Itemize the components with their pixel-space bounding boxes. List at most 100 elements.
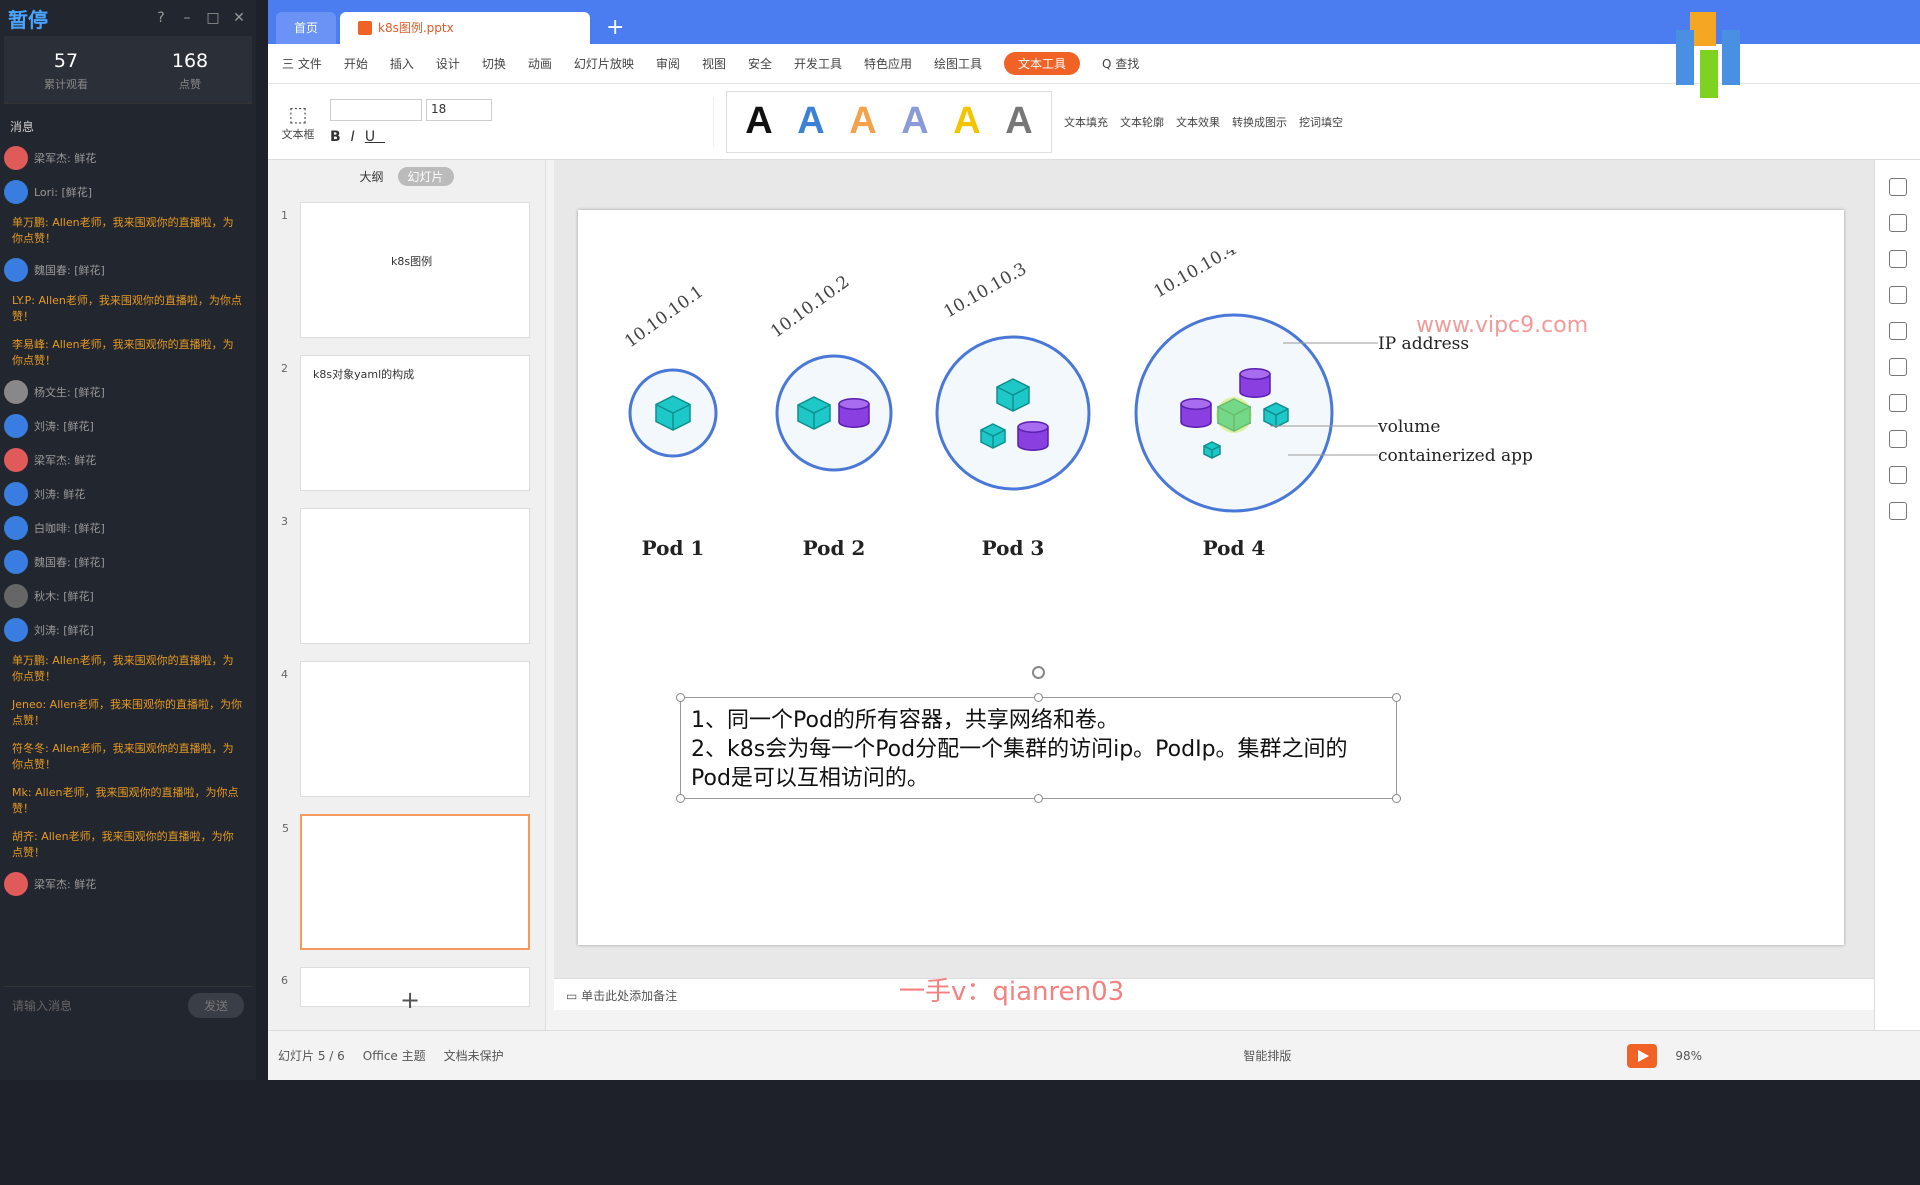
slide-textbox[interactable]: 1、同一个Pod的所有容器，共享网络和卷。 2、k8s会为每一个Pod分配一个集… [676, 666, 1401, 803]
paragraph-controls [504, 96, 714, 147]
new-tab-button[interactable]: + [594, 12, 636, 44]
message-input[interactable]: 请输入消息 [12, 997, 72, 1014]
status-bar: 幻灯片 5 / 6 Office 主题 文档未保护 智能排版 98% [268, 1030, 1920, 1080]
message-text: 梁军杰: 鲜花 [34, 152, 97, 165]
settings-icon[interactable] [1888, 358, 1907, 376]
tab-document[interactable]: k8s图例.pptx [340, 12, 591, 44]
avatar [4, 584, 28, 608]
textbox-icon: ⬚ [288, 101, 308, 126]
message-text: 刘涛: [鲜花] [34, 624, 94, 637]
cloze-button[interactable]: 挖词填空 [1299, 114, 1343, 130]
slide-watermark: www.vipc9.com [1416, 313, 1588, 338]
thumbnail-number: 5 [282, 822, 289, 835]
menu-item[interactable]: 安全 [748, 55, 772, 72]
menu-item[interactable]: 特色应用 [864, 55, 912, 72]
pptx-icon [358, 21, 373, 35]
resize-handle[interactable] [1034, 693, 1043, 702]
avatar [4, 180, 28, 204]
menu-item[interactable]: 视图 [702, 55, 726, 72]
view-tabs: 大纲 幻灯片 [268, 160, 545, 192]
avatar [4, 482, 28, 506]
avatar [4, 872, 28, 896]
slide-thumbnail[interactable]: 5 [282, 814, 530, 950]
menu-item[interactable]: 审阅 [656, 55, 680, 72]
menu-item[interactable]: 绘图工具 [934, 55, 982, 72]
slide-thumbnail[interactable]: 1 k8s图例 [281, 202, 530, 338]
bold-icon[interactable]: B [330, 129, 351, 145]
notes-area[interactable]: ▭ 单击此处添加备注 [554, 978, 1884, 1010]
protect-status[interactable]: 文档未保护 [444, 1047, 504, 1064]
text-fill-button[interactable]: 文本填充 [1064, 114, 1108, 130]
volume-label: volume [1377, 417, 1440, 437]
menu-item[interactable]: 动画 [528, 55, 552, 72]
maximize-icon[interactable]: □ [204, 9, 222, 27]
italic-icon[interactable]: I [351, 129, 365, 145]
theme-name[interactable]: Office 主题 [363, 1047, 426, 1064]
audio-icon[interactable] [1888, 430, 1907, 448]
menu-item[interactable]: 文本工具 [1004, 52, 1081, 75]
resize-handle[interactable] [676, 693, 685, 702]
close-icon[interactable]: ✕ [230, 9, 248, 27]
slide-thumbnail-pane: 大纲 幻灯片 1 k8s图例 2 k8s对象yaml的构成 3 4 5 6 + [268, 160, 546, 1030]
resize-handle[interactable] [676, 794, 685, 803]
avatar [4, 550, 28, 574]
slide-thumbnail[interactable]: 2 k8s对象yaml的构成 [281, 355, 530, 491]
menu-item[interactable]: 插入 [390, 55, 414, 72]
text-effect-button[interactable]: 文本效果 [1176, 114, 1220, 130]
slide-thumbnail[interactable]: 4 [281, 661, 530, 797]
convert-diagram-button[interactable]: 转换成图示 [1232, 114, 1287, 130]
grid-icon[interactable] [1888, 286, 1907, 304]
pod-diagram: 10.10.10.1 Pod 1 10.10.10.2 Pod 2 10.10.10.3… [621, 250, 1588, 560]
chart-icon[interactable] [1888, 322, 1907, 340]
play-icon[interactable] [1627, 1043, 1658, 1068]
copy-icon[interactable] [1888, 214, 1907, 232]
thumbnail-title: k8s图例 [391, 255, 433, 268]
text-style-preset[interactable]: A [993, 100, 1045, 143]
text-style-preset[interactable]: A [941, 100, 993, 143]
tab-slides[interactable]: 幻灯片 [397, 166, 454, 186]
menu-item[interactable]: 设计 [436, 55, 460, 72]
thumbnail-number: 4 [281, 668, 288, 681]
minimize-icon[interactable]: – [178, 9, 196, 27]
tab-outline[interactable]: 大纲 [359, 168, 383, 185]
help-icon[interactable] [1888, 502, 1907, 520]
star-icon[interactable] [1888, 178, 1907, 196]
resize-handle[interactable] [1392, 794, 1401, 803]
menu-item[interactable]: Q 查找 [1102, 55, 1139, 72]
menu-item[interactable]: 三 文件 [282, 55, 322, 72]
picture-icon[interactable] [1888, 394, 1907, 412]
textbox-tool[interactable]: ⬚ 文本框 [278, 102, 318, 142]
text-outline-button[interactable]: 文本轮廓 [1120, 114, 1164, 130]
add-slide-button[interactable]: + [400, 986, 420, 1014]
smart-layout-button[interactable]: 智能排版 [1243, 1047, 1291, 1064]
history-icon[interactable] [1888, 466, 1907, 484]
chat-message: 魏国春: [鲜花] [4, 545, 252, 579]
editing-canvas: 10.10.10.1 Pod 1 10.10.10.2 Pod 2 10.10.10.3… [554, 160, 1884, 1010]
send-button[interactable]: 发送 [187, 993, 244, 1018]
pod-ip-label: 10.10.10.3 [941, 259, 1031, 322]
text-style-preset[interactable]: A [733, 100, 785, 143]
pod-name-label: Pod 4 [1203, 536, 1266, 560]
font-size-select[interactable]: 18 [426, 98, 492, 121]
underline-icon[interactable]: U [365, 129, 385, 145]
resize-handle[interactable] [1034, 794, 1043, 803]
chat-message: 刘涛: [鲜花] [4, 409, 252, 443]
menu-item[interactable]: 切换 [482, 55, 506, 72]
shape-icon[interactable] [1888, 250, 1907, 268]
zoom-level[interactable]: 98% [1675, 1049, 1702, 1063]
help-icon[interactable]: ? [152, 9, 170, 27]
menu-item[interactable]: 开始 [344, 55, 368, 72]
text-style-preset[interactable]: A [785, 100, 837, 143]
text-style-preset[interactable]: A [837, 100, 889, 143]
tab-home[interactable]: 首页 [276, 12, 337, 44]
font-family-select[interactable] [330, 98, 422, 121]
menu-item[interactable]: 幻灯片放映 [574, 55, 634, 72]
text-style-preset[interactable]: A [889, 100, 941, 143]
message-text: 秋木: [鲜花] [34, 590, 94, 603]
menu-item[interactable]: 开发工具 [794, 55, 842, 72]
rotate-handle[interactable] [1032, 666, 1045, 679]
message-text: 刘涛: 鲜花 [34, 488, 86, 501]
message-text: 魏国春: [鲜花] [34, 556, 105, 569]
resize-handle[interactable] [1392, 693, 1401, 702]
slide-thumbnail[interactable]: 3 [281, 508, 530, 644]
